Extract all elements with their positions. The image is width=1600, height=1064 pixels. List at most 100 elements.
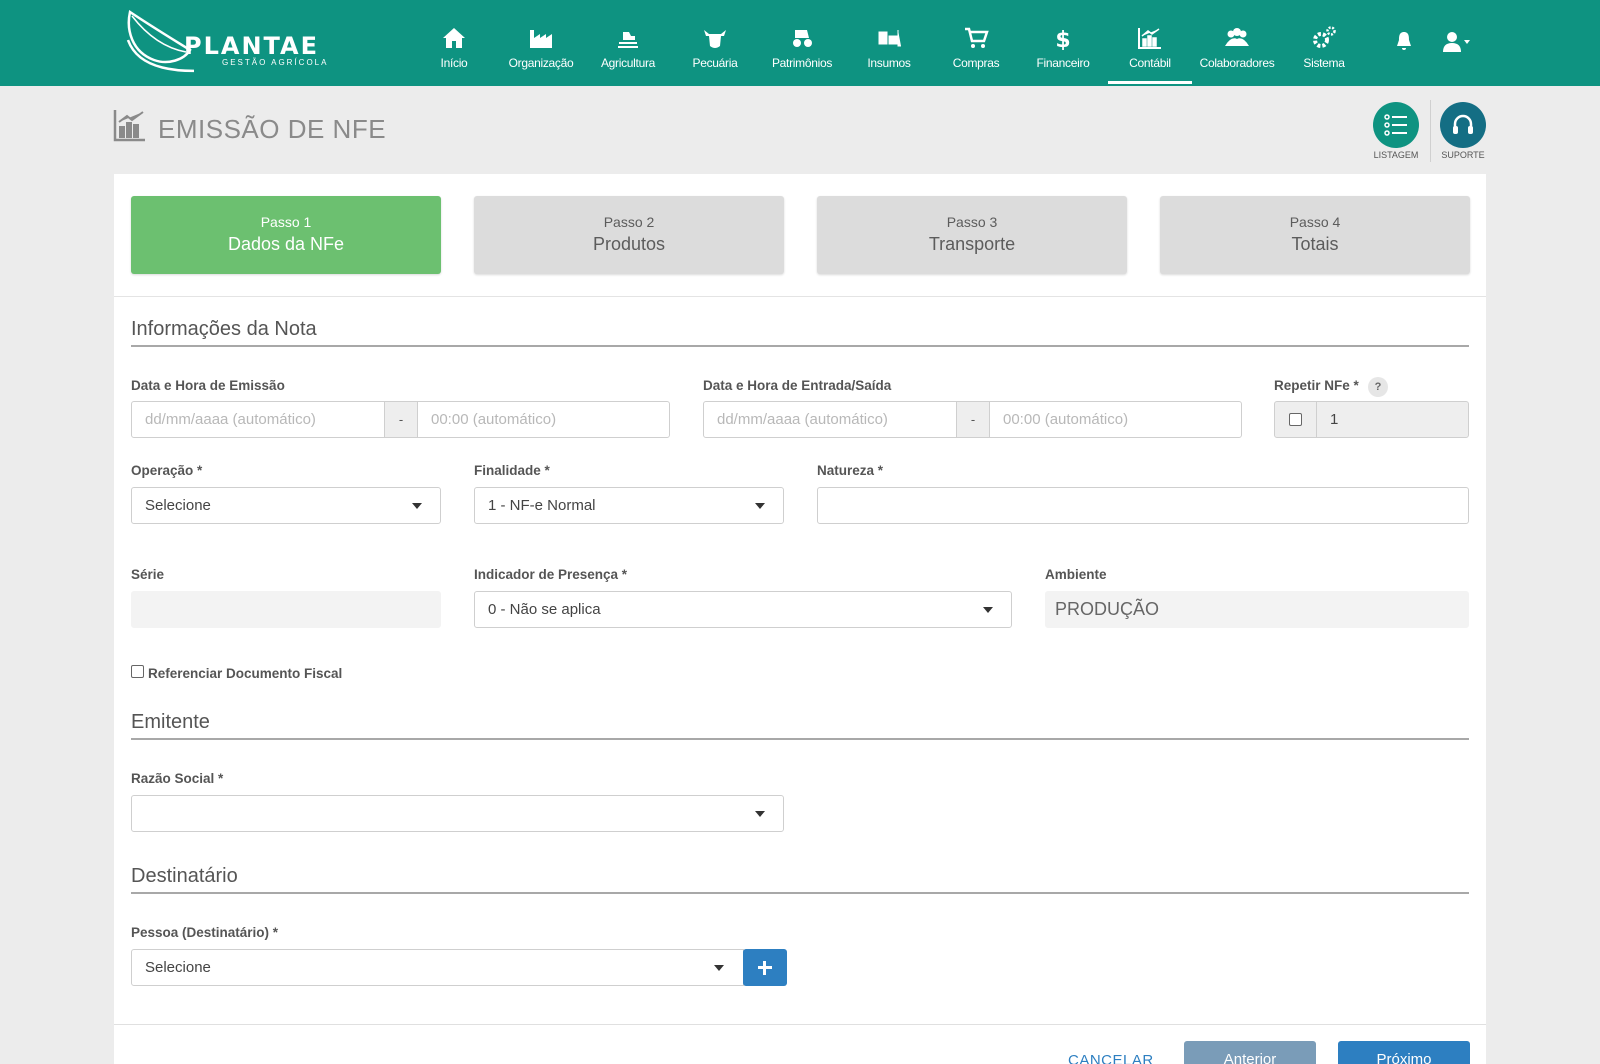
nav-label: Início xyxy=(440,56,468,70)
section-title-destinatario: Destinatário xyxy=(131,865,238,887)
razao-social-label: Razão Social * xyxy=(131,771,224,786)
nav-label: Agricultura xyxy=(600,56,656,70)
nav-label: Compras xyxy=(952,56,1000,70)
nav-label: Sistema xyxy=(1303,56,1345,70)
step-number: Passo 4 xyxy=(1289,214,1341,230)
step-name: Produtos xyxy=(592,234,666,254)
nav-label: Financeiro xyxy=(1036,56,1090,70)
notifications-bell-icon[interactable] xyxy=(1394,30,1414,52)
nav-item-sistema[interactable]: Sistema xyxy=(1282,0,1366,86)
section-rule xyxy=(131,892,1469,894)
presenca-label: Indicador de Presença * xyxy=(474,567,628,582)
nav-label: Pecuária xyxy=(692,56,738,70)
list-icon xyxy=(1384,114,1407,136)
listagem-button[interactable] xyxy=(1373,102,1419,148)
nav-item-organizacao[interactable]: Organização xyxy=(499,0,583,86)
step-number: Passo 3 xyxy=(946,214,998,230)
section-title-informacoes: Informações da Nota xyxy=(131,318,317,340)
cancel-button[interactable]: CANCELAR xyxy=(1068,1052,1154,1064)
ambiente-label: Ambiente xyxy=(1045,567,1107,582)
step-name: Transporte xyxy=(928,234,1016,254)
step-number: Passo 1 xyxy=(260,214,312,230)
entrada-date-input[interactable]: dd/mm/aaaa (automático) xyxy=(703,401,957,438)
referenciar-checkbox[interactable] xyxy=(131,665,144,678)
nav-item-insumos[interactable]: Insumos xyxy=(847,0,931,86)
suporte-button[interactable] xyxy=(1440,102,1486,148)
repetir-nfe-input[interactable]: 1 xyxy=(1316,401,1469,438)
natureza-input[interactable] xyxy=(817,487,1469,524)
tractor-field-icon xyxy=(618,32,638,48)
entrada-time-input[interactable]: 00:00 (automático) xyxy=(989,401,1242,438)
users-icon xyxy=(1225,28,1249,46)
pessoa-destinatario-value: Selecione xyxy=(145,959,211,976)
presenca-value: 0 - Não se aplica xyxy=(488,601,601,618)
section-rule xyxy=(131,345,1469,347)
cow-icon xyxy=(704,30,726,48)
serie-input xyxy=(131,591,441,628)
entrada-separator: - xyxy=(956,401,990,438)
step-name: Dados da NFe xyxy=(227,234,345,254)
chevron-down-icon xyxy=(755,811,765,817)
nav-label: Patrimônios xyxy=(771,56,833,70)
emissao-date-input[interactable]: dd/mm/aaaa (automático) xyxy=(131,401,385,438)
chevron-down-icon xyxy=(983,607,993,613)
plantae-logo[interactable]: PLANTAE GESTÃO AGRÍCOLA xyxy=(124,9,334,76)
chart-icon xyxy=(1138,28,1161,49)
tractor-icon xyxy=(793,30,812,47)
next-button[interactable]: Próximo xyxy=(1338,1041,1470,1064)
dollar-icon: $ xyxy=(1055,28,1070,50)
serie-label: Série xyxy=(131,567,165,582)
referenciar-label[interactable]: Referenciar Documento Fiscal xyxy=(148,666,342,681)
previous-button[interactable]: Anterior xyxy=(1184,1041,1316,1064)
listagem-label: LISTAGEM xyxy=(1373,150,1419,160)
emissao-time-input[interactable]: 00:00 (automático) xyxy=(417,401,670,438)
finalidade-select[interactable]: 1 - NF-e Normal xyxy=(474,487,784,524)
step-1-dados-nfe[interactable]: Passo 1 Dados da NFe xyxy=(131,196,441,274)
step-2-produtos[interactable]: Passo 2 Produtos xyxy=(474,196,784,274)
natureza-label: Natureza * xyxy=(817,463,884,478)
operacao-select[interactable]: Selecione xyxy=(131,487,441,524)
nav-item-patrimonios[interactable]: Patrimônios xyxy=(760,0,844,86)
step-name: Totais xyxy=(1291,234,1339,254)
finalidade-value: 1 - NF-e Normal xyxy=(488,497,596,514)
nav-item-financeiro[interactable]: $ Financeiro xyxy=(1021,0,1105,86)
suporte-label: SUPORTE xyxy=(1441,150,1485,160)
headset-icon xyxy=(1453,114,1473,134)
repetir-nfe-label: Repetir NFe * xyxy=(1274,378,1359,393)
operacao-label: Operação * xyxy=(131,463,203,478)
repetir-help-icon[interactable]: ? xyxy=(1368,377,1388,397)
pessoa-destinatario-select[interactable]: Selecione xyxy=(131,949,744,986)
nav-label: Contábil xyxy=(1129,56,1171,70)
presenca-select[interactable]: 0 - Não se aplica xyxy=(474,591,1012,628)
razao-social-select[interactable] xyxy=(131,795,784,832)
add-destinatario-button[interactable] xyxy=(743,949,787,986)
page-chart-icon xyxy=(113,110,145,142)
step-number: Passo 2 xyxy=(603,214,655,230)
steps-divider xyxy=(114,296,1486,297)
nav-item-pecuaria[interactable]: Pecuária xyxy=(673,0,757,86)
footer-divider xyxy=(114,1024,1486,1025)
factory-icon xyxy=(530,30,552,48)
chevron-down-icon xyxy=(412,503,422,509)
user-menu-icon[interactable] xyxy=(1442,30,1472,54)
chevron-down-icon xyxy=(714,965,724,971)
nav-label: Insumos xyxy=(867,56,911,70)
section-title-emitente: Emitente xyxy=(131,711,210,733)
emissao-label: Data e Hora de Emissão xyxy=(131,378,285,393)
nav-item-agricultura[interactable]: Agricultura xyxy=(586,0,670,86)
nav-item-colaboradores[interactable]: Colaboradores xyxy=(1195,0,1279,86)
pessoa-destinatario-label: Pessoa (Destinatário) * xyxy=(131,925,279,940)
section-rule xyxy=(131,738,1469,740)
step-3-transporte[interactable]: Passo 3 Transporte xyxy=(817,196,1127,274)
nav-item-inicio[interactable]: Início xyxy=(412,0,496,86)
ambiente-value: PRODUÇÃO xyxy=(1045,591,1469,628)
repetir-nfe-checkbox[interactable] xyxy=(1289,413,1302,426)
step-4-totais[interactable]: Passo 4 Totais xyxy=(1160,196,1470,274)
nav-item-compras[interactable]: Compras xyxy=(934,0,1018,86)
brand-name: PLANTAE xyxy=(184,32,320,60)
nav-item-contabil[interactable]: Contábil xyxy=(1108,0,1192,86)
nav-label: Colaboradores xyxy=(1199,56,1275,70)
cart-icon xyxy=(965,27,989,48)
operacao-value: Selecione xyxy=(145,497,211,514)
finalidade-label: Finalidade * xyxy=(474,463,550,478)
